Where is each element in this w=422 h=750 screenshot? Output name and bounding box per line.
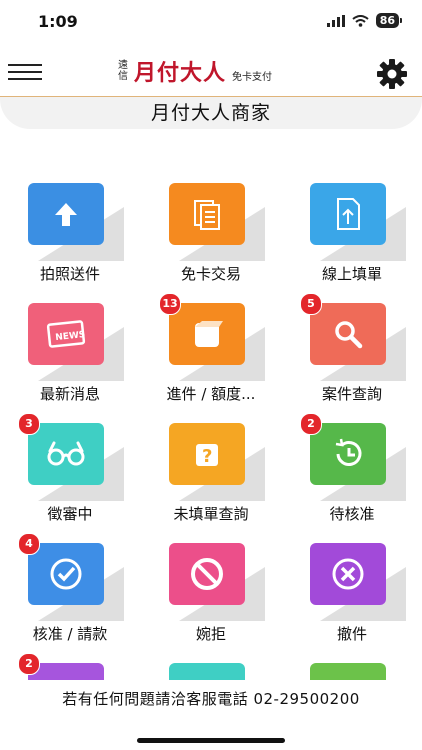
- documents-icon: [169, 183, 245, 245]
- gear-icon[interactable]: [376, 58, 408, 90]
- hamburger-menu-icon[interactable]: [8, 64, 42, 82]
- forbidden-icon: [169, 543, 245, 605]
- tile-case-search[interactable]: 5 案件查詢: [282, 270, 422, 403]
- tile-approved-claim[interactable]: 4 核准 / 請款: [0, 510, 140, 643]
- notification-badge: 13: [159, 293, 181, 315]
- status-icons: 86: [326, 13, 402, 28]
- tile-photo-submit[interactable]: 拍照送件: [0, 150, 140, 283]
- tile-cardless-trade[interactable]: 免卡交易: [141, 150, 281, 283]
- cancel-circle-icon: [310, 543, 386, 605]
- notification-badge: 2: [300, 413, 322, 435]
- footer: 若有任何問題請洽客服電話 02-29500200: [0, 680, 422, 750]
- check-circle-icon: [28, 543, 104, 605]
- wifi-icon: [352, 14, 369, 27]
- clock-icon: [310, 423, 386, 485]
- app-header: 遠信 月付大人 免卡支付: [0, 44, 422, 96]
- notification-badge: 5: [300, 293, 322, 315]
- tile-online-form[interactable]: 線上填單: [282, 150, 422, 283]
- tile-news[interactable]: NEWS 最新消息: [0, 270, 140, 403]
- battery-tip: [400, 18, 402, 23]
- tile-pending-approval[interactable]: 2 待核准: [282, 390, 422, 523]
- tile-withdraw[interactable]: 撤件: [282, 510, 422, 643]
- logo-tagline: 免卡支付: [232, 71, 273, 83]
- status-bar: 1:09 86: [0, 0, 422, 44]
- notification-badge: 4: [18, 533, 40, 555]
- file-upload-icon: [310, 183, 386, 245]
- brand-logo: 遠信 月付大人 免卡支付: [118, 56, 272, 86]
- search-icon: [310, 303, 386, 365]
- svg-text:NEWS: NEWS: [55, 330, 86, 343]
- customer-service-phone[interactable]: 若有任何問題請洽客服電話 02-29500200: [0, 688, 422, 709]
- page-title: 月付大人商家: [0, 96, 422, 129]
- news-icon: NEWS: [28, 303, 104, 365]
- logo-main-text: 月付大人: [134, 60, 227, 86]
- tile-submission-limit[interactable]: 13 進件 / 額度...: [141, 270, 281, 403]
- question-box-icon: ?: [169, 423, 245, 485]
- tile-under-review[interactable]: 3 徵審中: [0, 390, 140, 523]
- battery-icon: 86: [375, 13, 399, 28]
- cube-icon: [169, 303, 245, 365]
- notification-badge: 2: [18, 653, 40, 675]
- tile-unfilled-search[interactable]: ? 未填單查詢: [141, 390, 281, 523]
- upload-arrow-icon: [28, 183, 104, 245]
- home-indicator[interactable]: [137, 738, 285, 743]
- status-time: 1:09: [38, 12, 78, 31]
- notification-badge: 3: [18, 413, 40, 435]
- svg-text:?: ?: [202, 446, 212, 467]
- signal-icon: [326, 14, 345, 27]
- logo-small-text: 遠信: [118, 60, 128, 82]
- tile-declined[interactable]: 婉拒: [141, 510, 281, 643]
- glasses-icon: [28, 423, 104, 485]
